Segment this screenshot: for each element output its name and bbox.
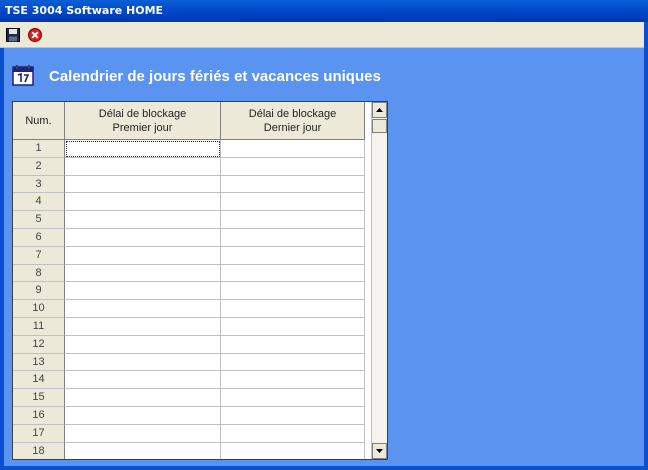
row-number: 10: [13, 300, 65, 318]
table-row: 14: [13, 371, 387, 390]
window-border-right: [644, 22, 648, 470]
row-number: 17: [13, 424, 65, 443]
header-num: Num.: [13, 102, 65, 140]
first-day-cell[interactable]: [65, 335, 221, 354]
first-day-cell[interactable]: [65, 175, 221, 194]
table-row: 12: [13, 335, 387, 354]
table-row: 9: [13, 282, 387, 301]
last-day-cell[interactable]: [221, 442, 365, 459]
table-row: 13: [13, 353, 387, 372]
table-header: Num. Délai de blockage Premier jour Déla…: [13, 102, 387, 140]
first-day-cell[interactable]: [65, 389, 221, 407]
table-row: 18: [13, 442, 387, 459]
first-day-cell[interactable]: [65, 228, 221, 247]
table-row: 15: [13, 389, 387, 407]
last-day-cell[interactable]: [221, 335, 365, 354]
table-row: 8: [13, 264, 387, 283]
last-day-cell[interactable]: [221, 300, 365, 318]
table-body: 1 2 3 4 5 6 7 8 9 10 11 12 13 14 15 16 17 18: [13, 140, 387, 459]
scroll-up-button[interactable]: [372, 102, 387, 118]
table-row: 10: [13, 300, 387, 318]
last-day-cell[interactable]: [221, 246, 365, 265]
window-title: TSE 3004 Software HOME: [0, 0, 648, 22]
table-row: 3: [13, 175, 387, 194]
row-number: 16: [13, 406, 65, 425]
scroll-down-button[interactable]: [372, 443, 387, 459]
table-row: 7: [13, 246, 387, 265]
row-number: 7: [13, 246, 65, 265]
table-row: 6: [13, 228, 387, 247]
table-row: 1: [13, 140, 387, 158]
header-first-day: Délai de blockage Premier jour: [65, 102, 221, 140]
first-day-cell[interactable]: [65, 424, 221, 443]
header-last-day: Délai de blockage Dernier jour: [221, 102, 365, 140]
page-title: Calendrier de jours fériés et vacances u…: [49, 68, 381, 85]
table-row: 11: [13, 317, 387, 336]
row-number: 12: [13, 335, 65, 354]
row-number: 14: [13, 371, 65, 390]
holiday-table: Num. Délai de blockage Premier jour Déla…: [12, 101, 388, 460]
row-number: 1: [13, 140, 65, 158]
first-day-cell[interactable]: [65, 193, 221, 212]
save-button[interactable]: [4, 26, 22, 44]
close-icon: [28, 28, 42, 42]
toolbar: [0, 22, 648, 48]
table-row: 5: [13, 211, 387, 229]
last-day-cell[interactable]: [221, 228, 365, 247]
scroll-thumb[interactable]: [372, 119, 387, 133]
table-row: 2: [13, 157, 387, 176]
vertical-scrollbar[interactable]: [371, 102, 387, 459]
row-number: 3: [13, 175, 65, 194]
first-day-cell[interactable]: [65, 442, 221, 459]
last-day-cell[interactable]: [221, 211, 365, 229]
row-number: 4: [13, 193, 65, 212]
first-day-cell[interactable]: [65, 282, 221, 301]
row-number: 13: [13, 353, 65, 372]
window-border-bottom: [0, 466, 648, 470]
last-day-cell[interactable]: [221, 406, 365, 425]
last-day-cell[interactable]: [221, 282, 365, 301]
first-day-cell[interactable]: [65, 246, 221, 265]
first-day-cell[interactable]: [65, 317, 221, 336]
arrow-down-icon: [376, 449, 383, 453]
table-row: 17: [13, 424, 387, 443]
last-day-cell[interactable]: [221, 264, 365, 283]
row-number: 8: [13, 264, 65, 283]
row-number: 18: [13, 442, 65, 459]
close-button[interactable]: [26, 26, 44, 44]
last-day-cell[interactable]: [221, 175, 365, 194]
first-day-cell[interactable]: [65, 371, 221, 390]
row-number: 2: [13, 157, 65, 176]
last-day-cell[interactable]: [221, 157, 365, 176]
last-day-cell[interactable]: [221, 140, 365, 158]
row-number: 11: [13, 317, 65, 336]
row-number: 6: [13, 228, 65, 247]
first-day-cell[interactable]: [65, 406, 221, 425]
first-day-cell[interactable]: [65, 211, 221, 229]
last-day-cell[interactable]: [221, 389, 365, 407]
first-day-cell[interactable]: [65, 353, 221, 372]
last-day-cell[interactable]: [221, 371, 365, 390]
first-day-cell[interactable]: [65, 264, 221, 283]
calendar-icon: [12, 65, 34, 86]
row-number: 5: [13, 211, 65, 229]
content-area: Calendrier de jours fériés et vacances u…: [4, 48, 644, 466]
table-row: 16: [13, 406, 387, 425]
row-number: 15: [13, 389, 65, 407]
last-day-cell[interactable]: [221, 353, 365, 372]
arrow-up-icon: [376, 108, 383, 112]
row-number: 9: [13, 282, 65, 301]
table-row: 4: [13, 193, 387, 212]
first-day-cell[interactable]: [65, 140, 221, 158]
save-icon: [6, 28, 20, 42]
last-day-cell[interactable]: [221, 424, 365, 443]
last-day-cell[interactable]: [221, 193, 365, 212]
last-day-cell[interactable]: [221, 317, 365, 336]
first-day-cell[interactable]: [65, 157, 221, 176]
first-day-cell[interactable]: [65, 300, 221, 318]
